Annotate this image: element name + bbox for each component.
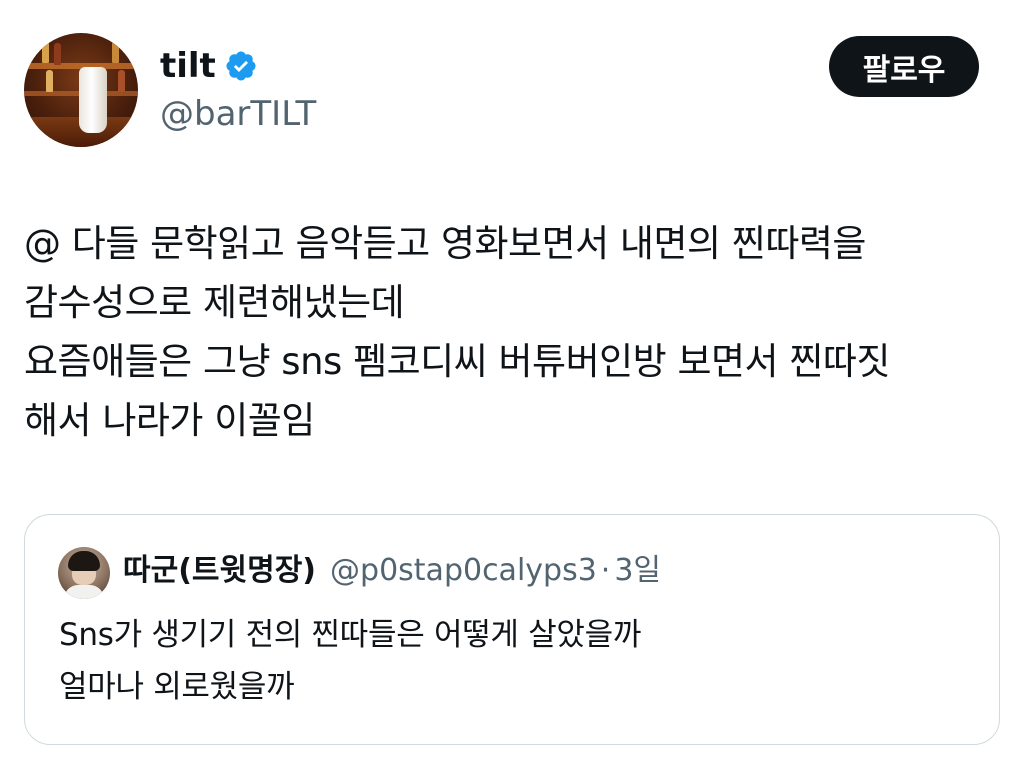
quoted-text-line: Sns가 생기기 전의 찐따들은 어떻게 살았을까 [59,617,642,653]
quoted-tweet-time[interactable]: 3일 [614,549,661,593]
tweet-view: tilt @barTILT 팔로우 @ 다들 문학읽고 음악듣고 영화보면서 내… [0,0,1024,764]
quoted-tweet-text: Sns가 생기기 전의 찐따들은 어떻게 살았을까 얼마나 외로웠을까 [59,609,979,713]
avatar-bottle [42,41,49,63]
quoted-text-line: 얼마나 외로웠을까 [59,669,295,705]
author-avatar[interactable] [24,33,138,147]
author-handle[interactable]: @barTILT [160,94,316,134]
tweet-text-line: 감수성으로 제련해냈는데 [24,281,405,324]
avatar-bottle [118,70,125,92]
tweet-text-line: 요즘애들은 그냥 sns 펨코디씨 버튜버인방 보면서 찐따짓 [24,340,890,383]
quoted-tweet-card[interactable]: 따군(트윗명장) @p0stap0calyps3 · 3일 Sns가 생기기 전… [24,514,1000,745]
follow-button[interactable]: 팔로우 [829,36,979,97]
quoted-author-avatar[interactable] [58,547,110,599]
avatar-hair [68,551,100,571]
author-name-row: tilt [160,46,258,86]
verified-badge-icon [226,51,256,81]
avatar-bottle [54,43,61,65]
tweet-text: @ 다들 문학읽고 음악듣고 영화보면서 내면의 찐따력을 감수성으로 제련해냈… [24,214,1004,450]
quoted-author-name[interactable]: 따군(트윗명장) [123,549,316,593]
separator-dot: · [600,553,611,588]
tweet-text-line: @ 다들 문학읽고 음악듣고 영화보면서 내면의 찐따력을 [24,222,866,265]
quoted-author-handle[interactable]: @p0stap0calyps3 [330,549,597,593]
avatar-bottle [112,41,119,63]
author-name[interactable]: tilt [160,46,216,86]
avatar-bottle [46,70,53,92]
avatar-glass [79,67,107,133]
tweet-text-line: 해서 나라가 이꼴임 [24,399,315,442]
avatar-body [64,585,104,599]
quoted-tweet-header: 따군(트윗명장) @p0stap0calyps3 · 3일 [123,549,661,593]
